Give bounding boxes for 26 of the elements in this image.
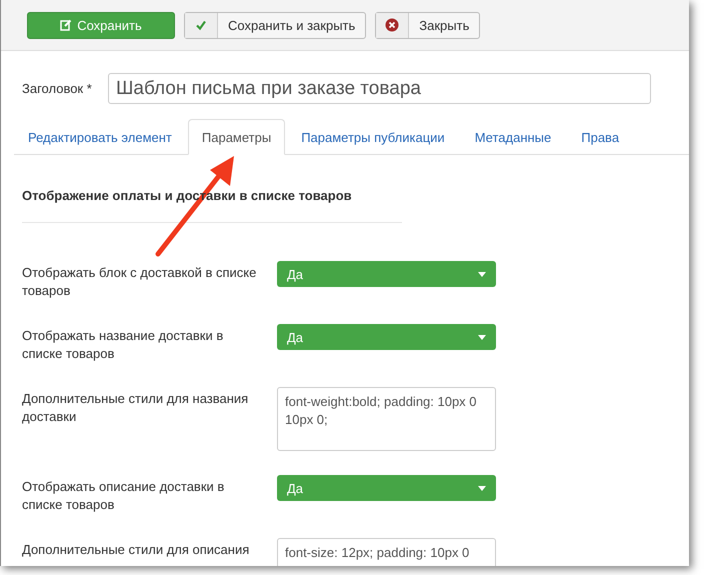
field-label: Отображать описание доставки в списке товаров bbox=[22, 478, 226, 514]
save-button[interactable]: Сохранить bbox=[27, 12, 175, 38]
tab[interactable]: Параметры публикации bbox=[287, 119, 459, 155]
field-label: Дополнительные стили для названия доставки bbox=[22, 390, 250, 426]
check-icon bbox=[195, 19, 207, 31]
tab[interactable]: Параметры bbox=[188, 119, 286, 155]
caret-icon bbox=[478, 272, 486, 276]
edit-icon bbox=[60, 19, 72, 31]
tab[interactable]: Метаданные bbox=[460, 119, 566, 155]
field-label: Отображать название доставки в списке товаров bbox=[22, 327, 224, 363]
select-dropdown[interactable]: Да bbox=[277, 475, 496, 501]
tab[interactable]: Редактировать элемент bbox=[14, 119, 186, 155]
textarea-field[interactable]: font-size: 12px; padding: 10px 0 bbox=[277, 538, 496, 566]
close-icon bbox=[385, 18, 400, 32]
close-button[interactable]: Закрыть bbox=[375, 12, 480, 38]
select-dropdown[interactable]: Да bbox=[277, 261, 496, 287]
field-label: Дополнительные стили для описания bbox=[22, 541, 250, 559]
select-dropdown[interactable]: Да bbox=[277, 324, 496, 350]
field-label: Отображать блок с доставкой в списке товаров bbox=[22, 264, 258, 300]
tab[interactable]: Права bbox=[567, 119, 634, 155]
save-close-button[interactable]: Сохранить и закрыть bbox=[184, 12, 366, 38]
title-input[interactable]: Шаблон письма при заказе товара bbox=[108, 73, 651, 104]
textarea-field[interactable]: font-weight:bold; padding: 10px 0 10px 0; bbox=[277, 387, 496, 451]
field-label: Заголовок * bbox=[22, 81, 93, 96]
caret-icon bbox=[478, 486, 486, 490]
caret-icon bbox=[478, 334, 486, 340]
